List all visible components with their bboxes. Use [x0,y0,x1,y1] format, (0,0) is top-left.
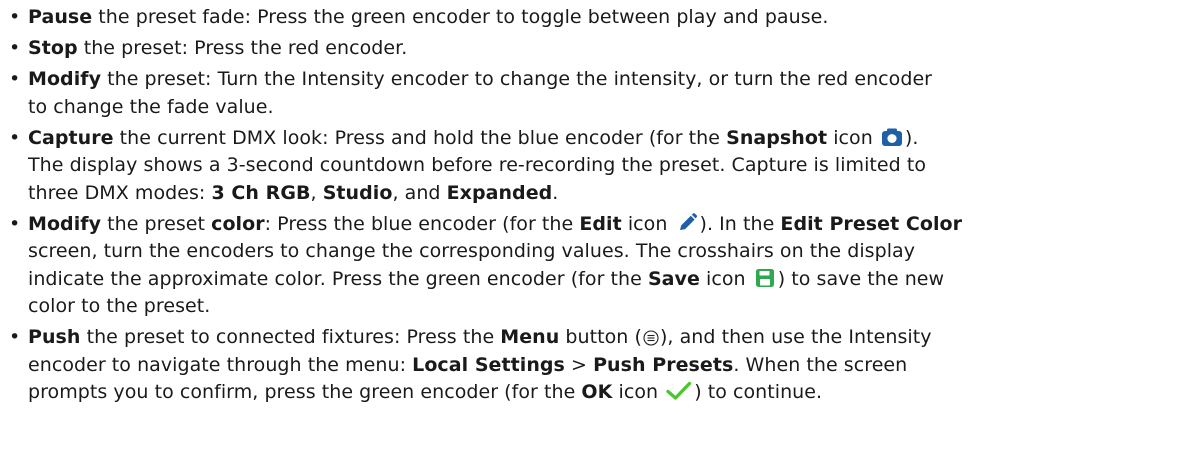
keyword: Local Settings [412,353,565,376]
text-run: > [564,353,594,376]
menu-icon [643,327,659,347]
document-page: • Pause the preset fade: Press the green … [0,0,1178,476]
text-run: . When the screen [733,353,908,376]
text-run: the preset to connected fixtures: Press … [80,326,501,349]
list-item: • Stop the preset: Press the red encoder. [8,35,1178,63]
text-run: ) to continue. [694,381,823,404]
keyword: OK [581,381,613,404]
keyword: Edit Preset Color [780,212,963,235]
keyword: color [211,212,265,235]
text-run: ). [904,126,919,149]
keyword: Save [647,267,700,290]
keyword: Pause [28,6,93,28]
instruction-list: • Pause the preset fade: Press the green … [8,4,1178,407]
keyword: Push Presets [593,353,734,376]
list-item: • Modify the preset: Turn the Intensity e… [8,66,1178,121]
keyword: Capture [28,126,114,149]
text-run: the preset: Turn the Intensity encoder t… [101,68,933,91]
text-run: prompts you to confirm, press the green … [28,381,582,404]
text-run: The display shows a 3-second countdown b… [28,154,927,177]
keyword: Studio [322,181,393,204]
list-item: • Modify the preset color: Press the blue… [8,211,1178,321]
keyword: Expanded [446,181,553,204]
text-run: icon [699,267,752,290]
text-run: to change the fade value. [28,95,274,118]
keyword: Snapshot [726,126,828,149]
text-run: icon [612,381,665,404]
text-run: three DMX modes: [28,181,212,204]
text-run: the preset fade: Press the green encoder… [92,6,829,28]
text-run: ) to save the new [777,267,945,290]
keyword: Menu [500,326,560,349]
checkmark-icon [666,381,692,401]
text-run: encoder to navigate through the menu: [28,353,413,376]
text-run: : Press the blue encoder (for the [264,212,580,235]
text-run: the preset [101,212,212,235]
keyword: Push [28,326,81,349]
bullet-marker: • [9,68,21,91]
keyword: Edit [579,212,622,235]
bullet-marker: • [9,6,21,28]
text-run: . [552,181,559,204]
text-run: , and [392,181,447,204]
camera-icon [881,127,903,147]
bullet-marker: • [9,37,21,60]
keyword: Modify [28,212,102,235]
text-run: the preset: Press the red encoder. [77,37,408,60]
text-run: ), and then use the Intensity [659,326,932,349]
text-run: indicate the approximate color. Press th… [28,267,648,290]
bullet-marker: • [9,212,21,235]
text-run: icon [827,126,879,149]
list-item: • Pause the preset fade: Press the green … [8,4,1178,32]
bullet-marker: • [9,126,21,149]
pencil-icon [676,212,698,233]
text-run: the current DMX look: Press and hold the… [113,126,727,149]
bullet-marker: • [9,326,21,349]
text-run: color to the preset. [28,295,211,318]
keyword: 3 Ch RGB [211,181,311,204]
keyword: Stop [28,37,78,60]
keyword: Modify [28,68,102,91]
text-run: screen, turn the encoders to change the … [28,240,916,263]
text-run: ). In the [699,212,781,235]
text-run: , [310,181,323,204]
text-run: button ( [559,326,642,349]
save-icon [754,268,776,288]
list-item: • Capture the current DMX look: Press and… [8,125,1178,208]
list-item: • Push the preset to connected fixtures: … [8,324,1178,407]
text-run: icon [621,212,674,235]
